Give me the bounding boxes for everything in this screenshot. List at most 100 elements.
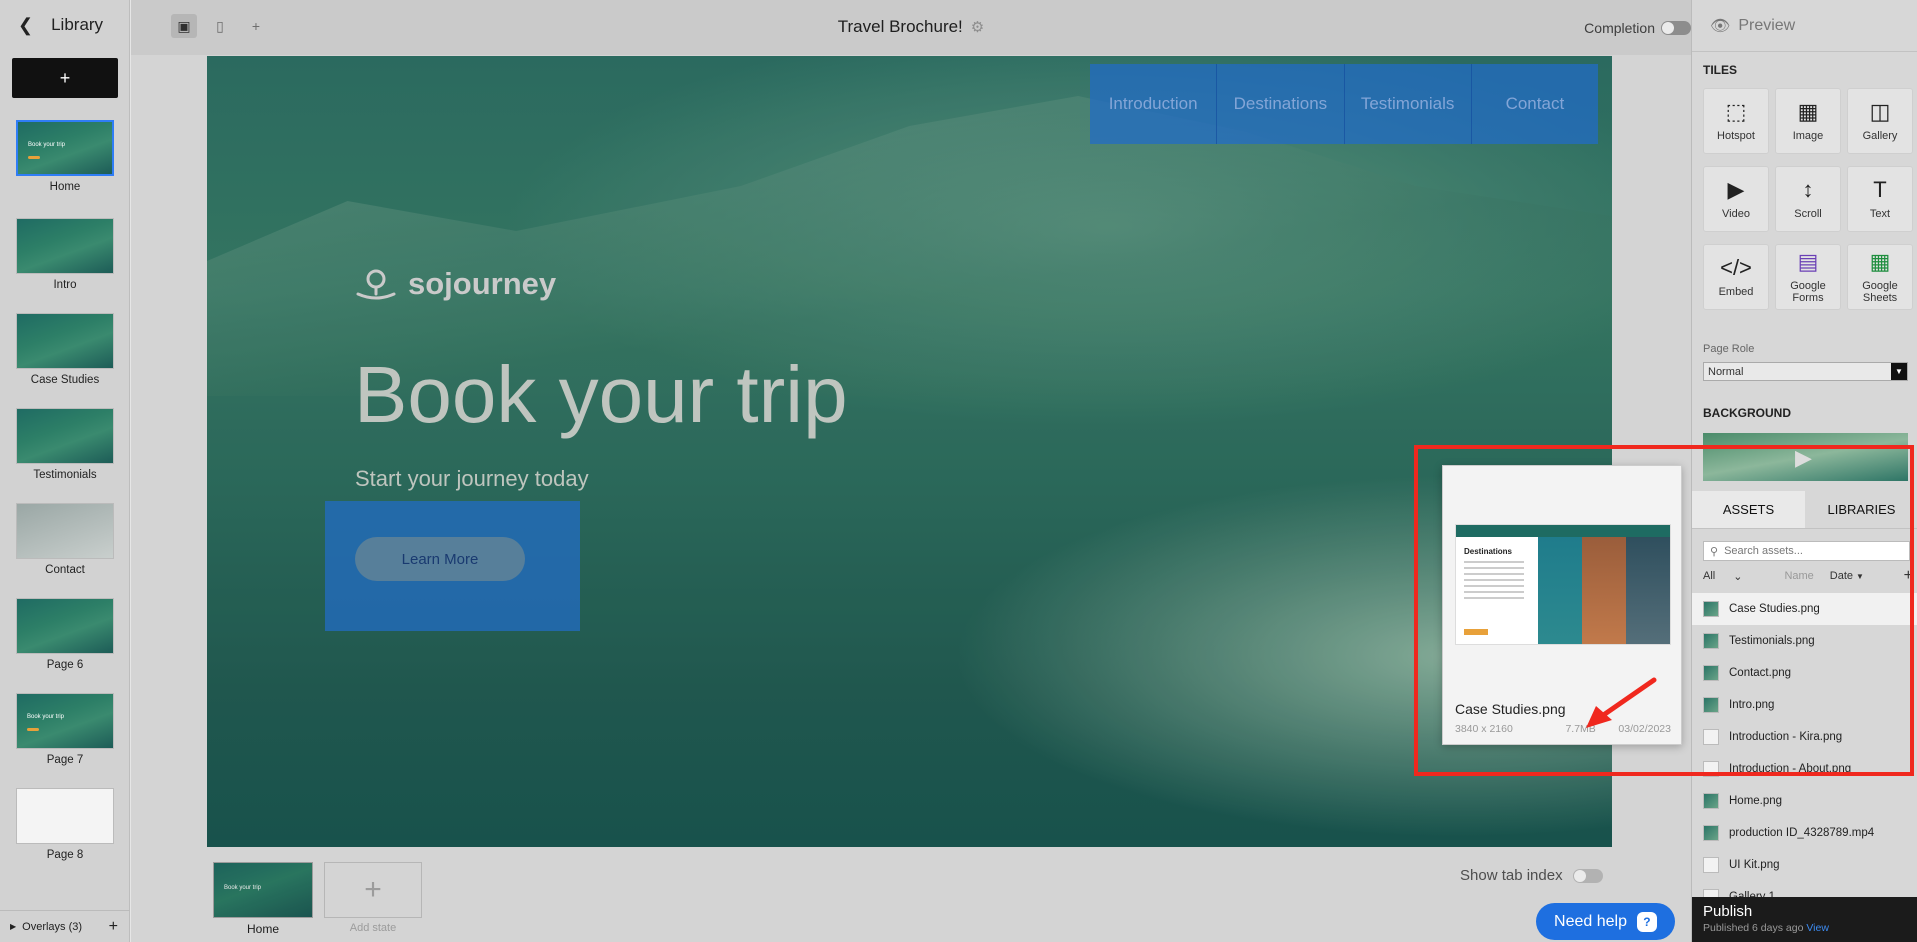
add-state-button[interactable]: +: [324, 862, 422, 918]
eye-icon: 👁: [1710, 17, 1731, 35]
asset-tabs: ASSETS LIBRARIES: [1692, 491, 1917, 529]
asset-list: Case Studies.png Testimonials.png Contac…: [1692, 593, 1917, 913]
nav-link-contact[interactable]: Contact: [1472, 64, 1598, 144]
add-overlay-icon[interactable]: +: [109, 918, 118, 936]
page-thumbnail: [16, 218, 114, 274]
tile-embed[interactable]: </> Embed: [1703, 244, 1769, 310]
top-bar: ▣ ▯ + Travel Brochure! ⚙ Completion: [131, 0, 1691, 55]
asset-item[interactable]: Testimonials.png: [1692, 625, 1917, 657]
page-item-page-8[interactable]: Page 8: [0, 788, 130, 861]
sort-date[interactable]: Date: [1830, 570, 1853, 582]
page-thumbnail: [16, 503, 114, 559]
page-label: Page 6: [46, 659, 84, 671]
sort-name[interactable]: Name: [1784, 570, 1813, 582]
need-help-button[interactable]: Need help ?: [1536, 903, 1675, 940]
image-icon: ▦: [1797, 98, 1819, 124]
background-thumbnail[interactable]: ▶: [1703, 433, 1908, 481]
brand-logo: sojourney: [354, 266, 556, 302]
chevron-down-icon[interactable]: ⌄: [1733, 570, 1742, 583]
google-forms-icon: ▤: [1797, 248, 1819, 274]
nav-link-destinations[interactable]: Destinations: [1217, 64, 1345, 144]
gallery-icon: ◫: [1869, 98, 1891, 124]
overlays-label: Overlays (3): [22, 920, 83, 933]
publish-section[interactable]: Publish Published 6 days ago View: [1692, 897, 1917, 942]
asset-preview-image: Destinations: [1455, 524, 1671, 645]
gear-icon[interactable]: ⚙: [971, 19, 984, 36]
learn-more-button[interactable]: Learn More: [355, 537, 525, 581]
tile-google-sheets[interactable]: ▦ Google Sheets: [1847, 244, 1913, 310]
toggle-switch[interactable]: [1572, 868, 1603, 883]
page-role-label: Page Role: [1703, 343, 1755, 355]
document-thumb-icon: [1703, 857, 1719, 873]
tile-hotspot[interactable]: ⬚ Hotspot: [1703, 88, 1769, 154]
library-title: Library: [51, 15, 104, 34]
asset-file-name: Case Studies.png: [1455, 701, 1566, 717]
asset-search[interactable]: ⚲ Search assets...: [1703, 541, 1910, 561]
show-tab-index-toggle[interactable]: Show tab index: [1460, 867, 1603, 884]
toggle-switch[interactable]: [1661, 21, 1691, 35]
asset-filter-bar: All ⌄ Name Date ▼ +: [1703, 567, 1913, 585]
page-label: Case Studies: [30, 374, 100, 386]
page-canvas[interactable]: Introduction Destinations Testimonials C…: [207, 56, 1612, 847]
page-item-case-studies[interactable]: Case Studies: [0, 313, 130, 386]
video-icon: ▶: [1727, 176, 1745, 202]
page-item-intro[interactable]: Intro: [0, 218, 130, 291]
asset-item[interactable]: Home.png: [1692, 785, 1917, 817]
page-thumbnail: [16, 598, 114, 654]
hotspot-icon: ⬚: [1725, 98, 1747, 124]
page-item-home[interactable]: Book your trip Home: [0, 120, 130, 193]
page-thumbnail: [16, 788, 114, 844]
chevron-down-icon: ▼: [1891, 363, 1907, 380]
asset-item[interactable]: Intro.png: [1692, 689, 1917, 721]
page-item-page-7[interactable]: Book your trip Page 7: [0, 693, 130, 766]
add-page-button[interactable]: +: [12, 58, 118, 98]
image-thumb-icon: [1703, 665, 1719, 681]
page-item-page-6[interactable]: Page 6: [0, 598, 130, 671]
tile-google-forms[interactable]: ▤ Google Forms: [1775, 244, 1841, 310]
asset-item[interactable]: Introduction - About.png: [1692, 753, 1917, 785]
asset-item[interactable]: Case Studies.png: [1692, 593, 1917, 625]
tile-text[interactable]: T Text: [1847, 166, 1913, 232]
embed-icon: </>: [1720, 254, 1752, 280]
document-title[interactable]: Travel Brochure! ⚙: [131, 17, 1691, 37]
page-item-testimonials[interactable]: Testimonials: [0, 408, 130, 481]
add-state-label: Add state: [349, 922, 397, 934]
state-thumbnail-home[interactable]: Book your trip: [213, 862, 313, 918]
page-item-contact[interactable]: Contact: [0, 503, 130, 576]
asset-item[interactable]: production ID_4328789.mp4: [1692, 817, 1917, 849]
play-icon: ▶: [1795, 445, 1812, 470]
chevron-left-icon[interactable]: ❮: [18, 15, 33, 36]
preview-button[interactable]: 👁 Preview: [1692, 0, 1917, 52]
location-pin-icon: [356, 269, 396, 300]
tile-scroll[interactable]: ↕ Scroll: [1775, 166, 1841, 232]
tab-assets[interactable]: ASSETS: [1692, 491, 1805, 528]
asset-item[interactable]: Contact.png: [1692, 657, 1917, 689]
overlays-section[interactable]: ▶ Overlays (3) +: [0, 910, 130, 942]
image-thumb-icon: [1703, 697, 1719, 713]
video-thumb-icon: [1703, 825, 1719, 841]
view-link[interactable]: View: [1806, 922, 1829, 934]
page-role-select[interactable]: Normal ▼: [1703, 362, 1908, 381]
tile-gallery[interactable]: ◫ Gallery: [1847, 88, 1913, 154]
asset-item[interactable]: UI Kit.png: [1692, 849, 1917, 881]
add-asset-icon[interactable]: +: [1904, 567, 1913, 585]
caret-right-icon: ▶: [10, 922, 17, 931]
nav-link-introduction[interactable]: Introduction: [1090, 64, 1218, 144]
tile-video[interactable]: ▶ Video: [1703, 166, 1769, 232]
page-thumbnail: [16, 408, 114, 464]
search-input[interactable]: Search assets...: [1724, 545, 1803, 557]
nav-hotspot-selection[interactable]: Introduction Destinations Testimonials C…: [1090, 64, 1598, 144]
completion-toggle[interactable]: Completion: [1584, 20, 1691, 36]
library-header[interactable]: ❮ Library: [0, 0, 129, 50]
sort-down-icon: ▼: [1856, 571, 1864, 581]
nav-link-testimonials[interactable]: Testimonials: [1345, 64, 1472, 144]
states-strip: Book your trip Home + Add state Show tab…: [131, 847, 1691, 942]
page-label: Contact: [45, 564, 85, 576]
image-thumb-icon: [1703, 633, 1719, 649]
tile-image[interactable]: ▦ Image: [1775, 88, 1841, 154]
filter-all[interactable]: All: [1703, 570, 1715, 582]
asset-item[interactable]: Introduction - Kira.png: [1692, 721, 1917, 753]
tab-libraries[interactable]: LIBRARIES: [1805, 491, 1917, 528]
text-icon: T: [1873, 176, 1887, 202]
document-thumb-icon: [1703, 729, 1719, 745]
